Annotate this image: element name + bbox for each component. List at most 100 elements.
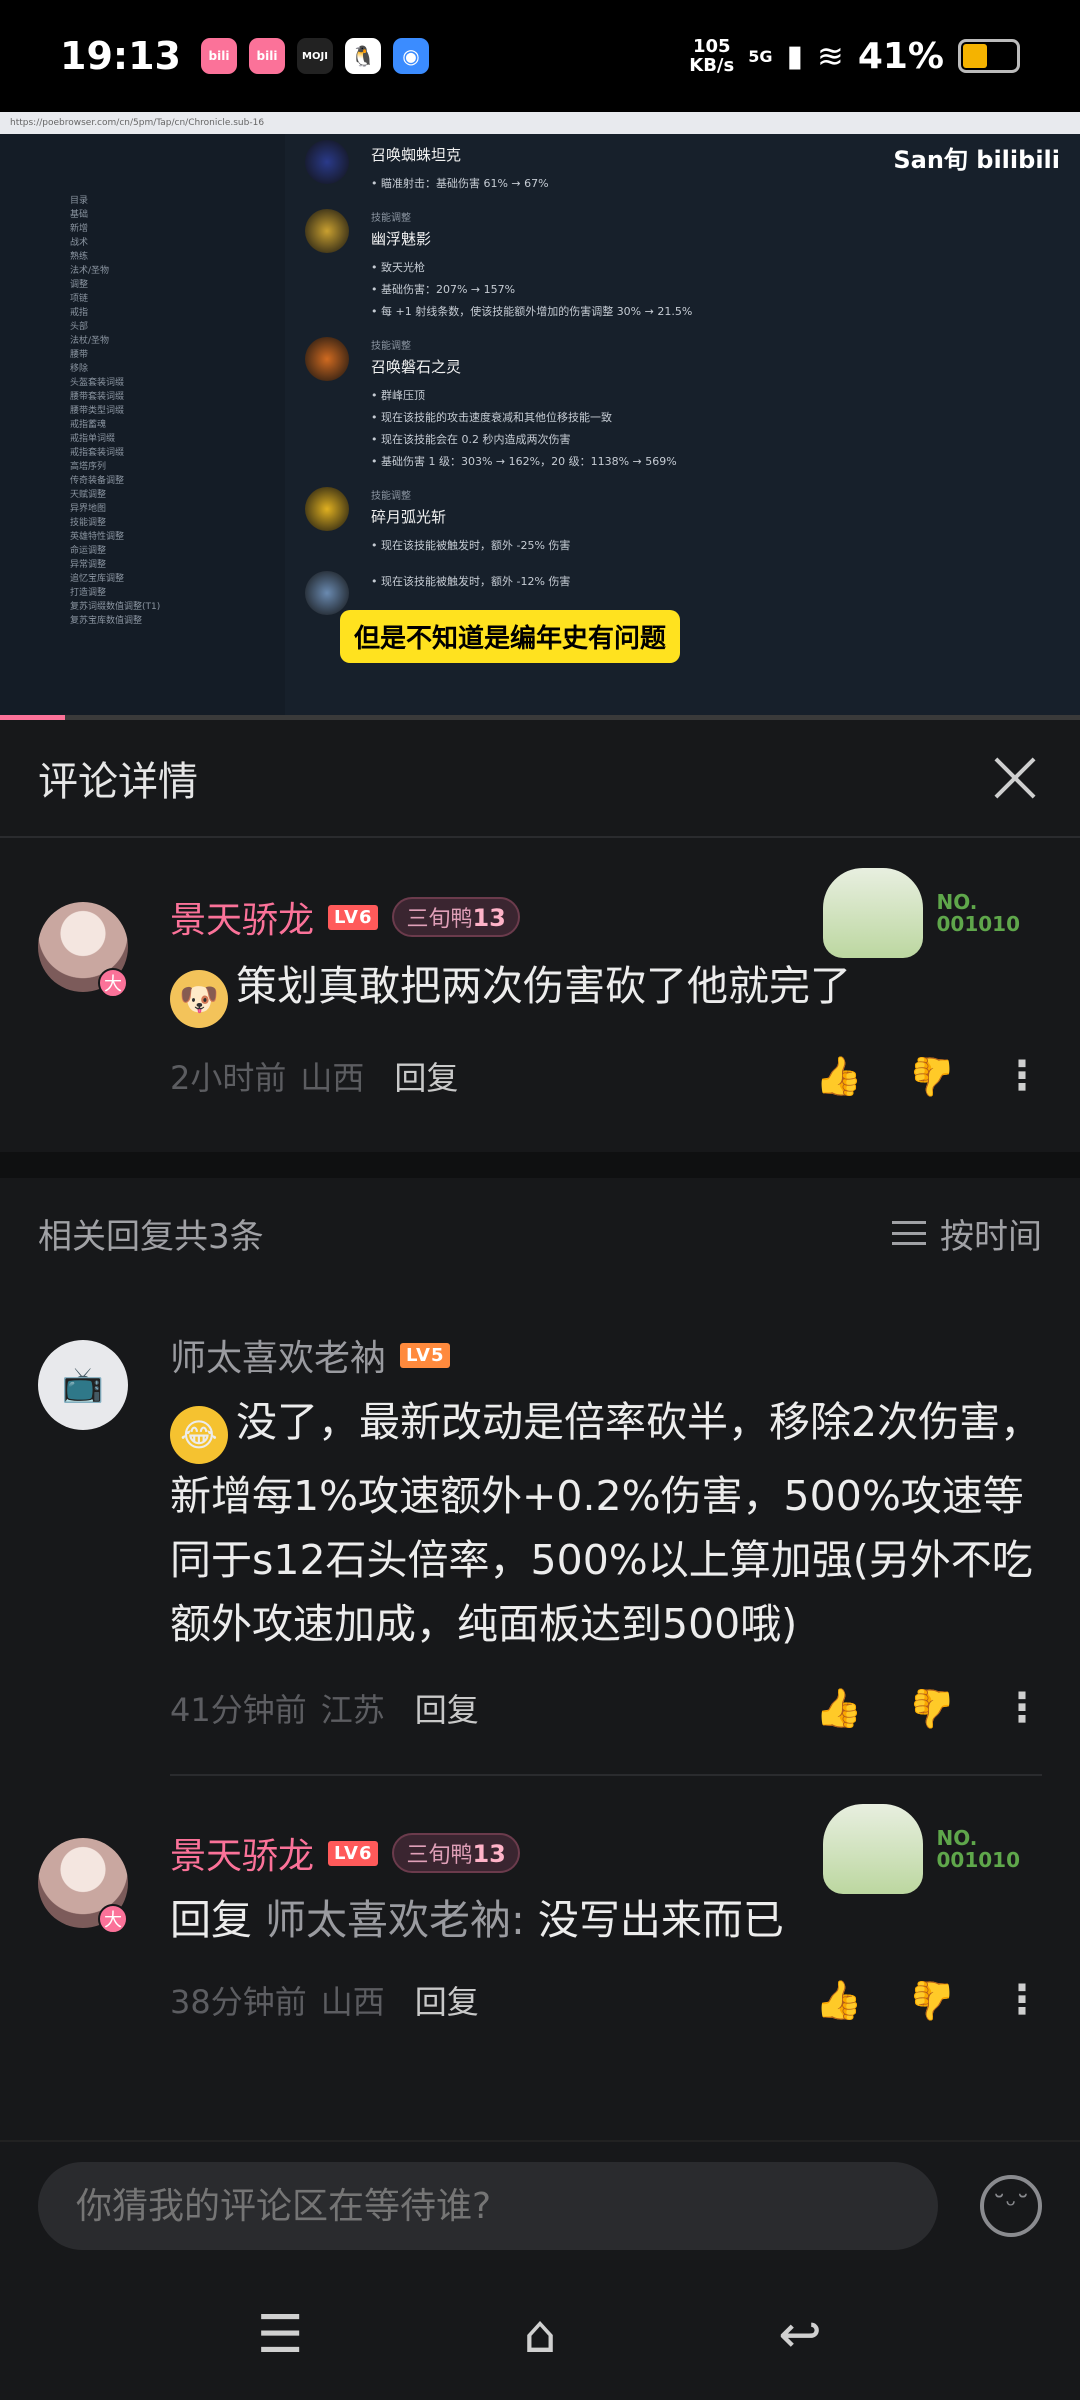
browser-app-icon: ◉ <box>392 38 429 74</box>
video-sidebar-item: 战术 <box>70 238 89 248</box>
status-bar: 19:13 bili bili MOJI 🐧 ◉ 105 KB/s 5G ▮ ≋… <box>0 0 1080 112</box>
fan-badge[interactable]: 三旬鸭13 <box>392 897 520 937</box>
video-sidebar-item: 复苏词缀数值调整(T1) <box>70 602 161 612</box>
reply-comment: 📺 师太喜欢老衲 LV5 😂 没了，最新改动是倍率砍半，移除2次伤害，新增每1%攻… <box>0 1288 1080 1748</box>
video-sidebar-item: 戒指 <box>70 308 89 318</box>
skill-icon <box>305 140 349 184</box>
comment-input[interactable] <box>38 2162 938 2250</box>
comment-input-bar: ˘ᵕ˘ <box>0 2140 1080 2270</box>
skill-icon <box>305 337 349 381</box>
username-row: 师太喜欢老衲 LV5 <box>170 1330 1042 1380</box>
comment-location: 江苏 <box>320 1691 385 1729</box>
reply-button[interactable]: 回复 <box>415 1685 479 1731</box>
bilibili-app-icon: bili <box>248 38 285 74</box>
video-sidebar-item: 头盔套装词缀 <box>70 378 125 388</box>
main-comment: 大 NO. 001010 景天骄龙 LV6 三旬鸭13 🐶 策划真敢把两次伤害砍了他… <box>0 838 1080 1152</box>
menu-icon[interactable]: ☰ <box>250 2305 310 2365</box>
skill-line: • 现在该技能会在 0.2 秒内造成两次伤害 <box>371 433 571 446</box>
panel-title: 评论详情 <box>38 759 198 805</box>
skill-line: • 现在该技能被触发时，额外 -25% 伤害 <box>371 539 571 552</box>
thumbs-down-icon[interactable]: 👍 <box>909 1978 956 2023</box>
decoration-card: NO. 001010 <box>822 868 1020 958</box>
video-sidebar-item: 高塔序列 <box>70 462 107 472</box>
video-sidebar-item: 基础 <box>70 210 89 220</box>
bilibili-app-icon: bili <box>200 38 237 74</box>
skill-line: • 瞄准射击：基础伤害 61% → 67% <box>371 177 549 190</box>
thumbs-down-icon[interactable]: 👍 <box>909 1686 956 1731</box>
comment-text: 🐶 策划真敢把两次伤害砍了他就完了 <box>170 954 1042 1028</box>
decoration-figure <box>822 1804 923 1894</box>
level-badge: LV6 <box>328 904 379 930</box>
video-sidebar-item: 调整 <box>70 280 89 290</box>
skill-name: 碎月弧光斩 <box>371 508 447 526</box>
skill-line: • 群峰压顶 <box>371 389 425 402</box>
comment-time: 41分钟前 <box>170 1691 307 1729</box>
thumbs-up-icon[interactable]: 👍 <box>815 1054 862 1099</box>
video-skill-entry: 技能调整 碎月弧光斩 • 现在该技能被触发时，额外 -25% 伤害 <box>305 487 1060 557</box>
video-player[interactable]: https://poebrowser.com/cn/5pm/Tap/cn/Chr… <box>0 112 1080 720</box>
signal-icon: ▮ <box>786 38 804 74</box>
reply-button[interactable]: 回复 <box>415 1977 479 2023</box>
video-skill-entry: 技能调整 召唤磐石之灵 • 群峰压顶 • 现在该技能的攻击速度衰减和其他位移技能一致 •… <box>305 337 1060 473</box>
more-vertical-icon[interactable]: ⋮ <box>1002 1685 1042 1731</box>
comment-text: 😂 没了，最新改动是倍率砍半，移除2次伤害，新增每1%攻速额外+0.2%伤害，50… <box>170 1398 1042 1648</box>
video-sidebar-item: 追忆宝库调整 <box>70 574 125 584</box>
home-icon[interactable]: ⌂ <box>510 2305 570 2365</box>
avatar[interactable]: 📺 <box>38 1340 128 1430</box>
video-skill-entry: 技能调整 幽浮魅影 • 致天光枪 • 基础伤害：207% → 157% • 每 +1 射… <box>305 209 1060 323</box>
decoration-figure <box>822 868 923 958</box>
video-sidebar-item: 新增 <box>70 224 89 234</box>
fan-badge[interactable]: 三旬鸭13 <box>392 1833 520 1873</box>
video-sidebar-item: 项链 <box>70 294 89 304</box>
skill-line: • 每 +1 射线条数，使该技能额外增加的伤害调整 30% → 21.5% <box>371 305 693 318</box>
skill-line: • 现在该技能的攻击速度衰减和其他位移技能一致 <box>371 411 612 424</box>
battery-icon <box>958 39 1020 73</box>
skill-name: 召唤蜘蛛坦克 <box>371 146 462 164</box>
skill-line: • 致天光枪 <box>371 261 425 274</box>
avatar-badge: 大 <box>98 968 128 998</box>
skill-tag: 技能调整 <box>371 213 411 224</box>
video-watermark: San旬 bilibili <box>893 146 1060 174</box>
skill-line: • 现在该技能被触发时，额外 -12% 伤害 <box>371 575 571 588</box>
comment-meta: 41分钟前 江苏 回复 👍 👍 ⋮ <box>170 1668 1042 1748</box>
video-sidebar-item: 头部 <box>70 322 89 332</box>
thumbs-up-icon[interactable]: 👍 <box>815 1978 862 2023</box>
more-vertical-icon[interactable]: ⋮ <box>1002 1053 1042 1099</box>
comment-text: 回复 师太喜欢老衲: 没写出来而已 <box>170 1896 784 1944</box>
video-subtitle: 但是不知道是编年史有问题 <box>340 610 681 663</box>
thumbs-down-icon[interactable]: 👍 <box>909 1054 956 1099</box>
reply-button[interactable]: 回复 <box>394 1053 458 1099</box>
network-type: 5G <box>748 46 773 66</box>
panel-header: 评论详情 <box>0 720 1080 838</box>
username[interactable]: 师太喜欢老衲 <box>170 1329 386 1381</box>
more-vertical-icon[interactable]: ⋮ <box>1002 1977 1042 2023</box>
thumbs-up-icon[interactable]: 👍 <box>815 1686 862 1731</box>
sort-button[interactable]: 按时间 <box>892 1209 1042 1258</box>
close-icon[interactable] <box>988 751 1042 805</box>
back-icon[interactable]: ↩ <box>770 2305 830 2365</box>
section-gap <box>0 1152 1080 1178</box>
level-badge: LV5 <box>400 1342 451 1368</box>
video-sidebar-item: 技能调整 <box>70 518 107 528</box>
replies-count: 相关回复共3条 <box>38 1216 264 1257</box>
skill-icon <box>305 571 349 615</box>
video-sidebar-item: 戒指单词缀 <box>70 434 116 444</box>
video-sidebar: 目录 基础 新增 战术 熟练 法术/圣物 调整 项链 戒指 头部 法杖/圣物 腰带 移除 头盔套装词缀 腰带… <box>0 134 285 720</box>
system-nav-bar: ☰ ⌂ ↩ <box>0 2270 1080 2400</box>
video-skill-entry: • 现在该技能被触发时，额外 -12% 伤害 <box>305 571 1060 615</box>
video-sidebar-item: 英雄特性调整 <box>70 532 125 542</box>
video-sidebar-item: 异界地图 <box>70 504 107 514</box>
video-sidebar-item: 熟练 <box>70 252 89 262</box>
reply-mention[interactable]: 师太喜欢老衲: <box>265 1896 525 1944</box>
video-sidebar-item: 命运调整 <box>70 546 107 556</box>
video-sidebar-item: 异常调整 <box>70 560 107 570</box>
video-sidebar-item: 目录 <box>70 196 89 206</box>
username[interactable]: 景天骄龙 <box>170 1827 314 1879</box>
skill-line: • 基础伤害 1 级：303% → 162%，20 级：1138% → 569% <box>371 455 677 468</box>
username[interactable]: 景天骄龙 <box>170 891 314 943</box>
skill-name: 召唤磐石之灵 <box>371 358 462 376</box>
skill-line: • 基础伤害：207% → 157% <box>371 283 516 296</box>
emoji-icon[interactable]: ˘ᵕ˘ <box>980 2175 1042 2237</box>
qq-app-icon: 🐧 <box>344 38 381 74</box>
wifi-icon: ≋ <box>817 37 844 75</box>
